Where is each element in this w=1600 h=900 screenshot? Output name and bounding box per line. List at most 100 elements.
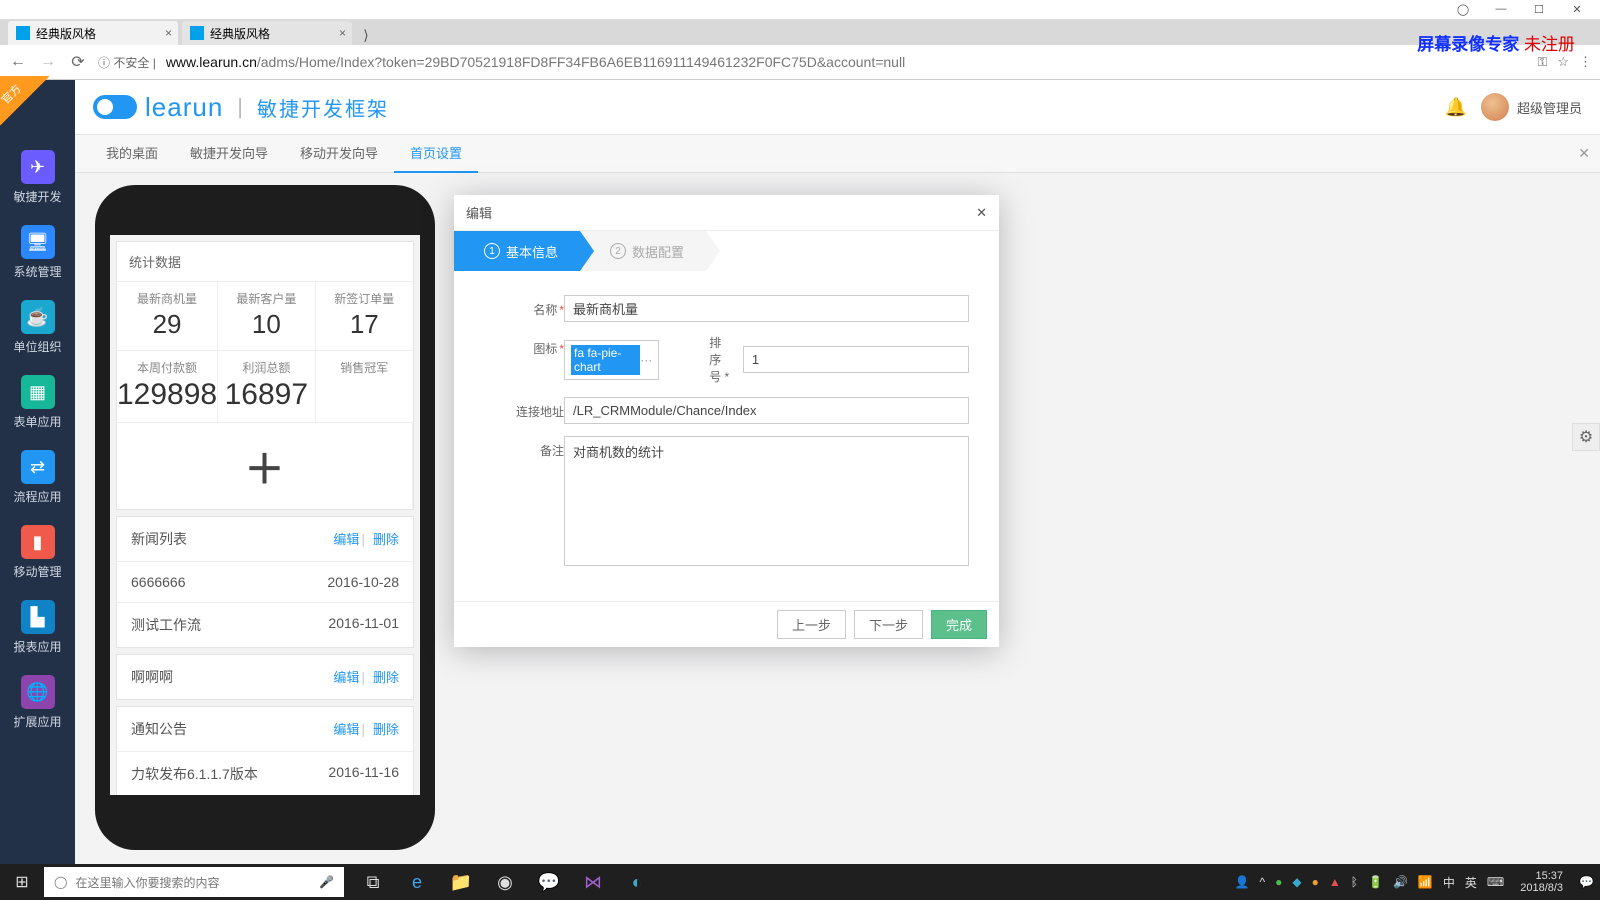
stat-cell[interactable]: 最新商机量29 (117, 282, 218, 351)
insecure-badge[interactable]: ⓘ 不安全 | (98, 54, 156, 71)
sidebar-item-form[interactable]: ▦表单应用 (0, 365, 75, 440)
battery-icon[interactable]: 🔋 (1368, 875, 1383, 889)
tab-title: 经典版风格 (210, 25, 270, 42)
prev-button[interactable]: 上一步 (777, 610, 846, 639)
subnav-tab-agile-wizard[interactable]: 敏捷开发向导 (174, 135, 284, 173)
tray-icon[interactable]: ◆ (1292, 875, 1301, 889)
tab-close-icon[interactable]: × (339, 26, 346, 40)
delete-link[interactable]: 删除 (373, 722, 399, 737)
people-icon[interactable]: 👤 (1235, 875, 1250, 889)
taskview-icon[interactable]: ⧉ (352, 864, 394, 900)
tray-icon[interactable]: ▲ (1329, 875, 1341, 889)
clock[interactable]: 15:372018/8/3 (1514, 870, 1569, 894)
edge-icon[interactable]: e (396, 864, 438, 900)
plane-icon: ✈ (21, 150, 55, 184)
label-icon: 图标* (484, 334, 564, 357)
logo[interactable]: learun (93, 92, 223, 123)
stat-cell[interactable]: 新签订单量17 (316, 282, 413, 351)
maximize-button[interactable]: ☐ (1524, 3, 1554, 16)
edit-link[interactable]: 编辑 (333, 722, 359, 737)
notifications-icon[interactable]: 💬 (1579, 875, 1594, 889)
done-button[interactable]: 完成 (931, 610, 987, 639)
volume-icon[interactable]: 🔊 (1393, 875, 1408, 889)
ime-cn[interactable]: 中 (1443, 874, 1455, 891)
edit-link[interactable]: 编辑 (333, 670, 359, 685)
tray-icon[interactable]: ● (1275, 875, 1282, 889)
explorer-icon[interactable]: 📁 (440, 864, 482, 900)
list-item[interactable]: 测试工作流2016-11-01 (117, 602, 413, 647)
reload-button[interactable]: ⟳ (68, 52, 88, 72)
browser-tab-2[interactable]: 经典版风格 × (182, 21, 352, 45)
url-field[interactable]: www.learun.cn/adms/Home/Index?token=29BD… (166, 54, 1528, 70)
next-button[interactable]: 下一步 (854, 610, 923, 639)
stat-cell[interactable]: 最新客户量10 (218, 282, 315, 351)
globe-icon: 🌐 (21, 675, 55, 709)
icon-picker[interactable]: fa fa-pie-chart ··· (564, 340, 659, 380)
keyboard-icon[interactable]: ⌨ (1487, 875, 1504, 889)
bluetooth-icon[interactable]: ᛒ (1351, 875, 1358, 889)
modal-footer: 上一步 下一步 完成 (454, 601, 999, 647)
remark-textarea[interactable]: 对商机数的统计 (564, 436, 969, 566)
chrome-icon[interactable]: ◉ (484, 864, 526, 900)
list-item[interactable]: 力软发布6.1.1.7版本2016-11-16 (117, 751, 413, 795)
modal-title: 编辑 (466, 203, 492, 222)
delete-link[interactable]: 删除 (373, 670, 399, 685)
avatar[interactable] (1481, 93, 1509, 121)
stat-cell[interactable]: 销售冠军 (316, 351, 413, 423)
sidebar-item-mobile[interactable]: ▮移动管理 (0, 515, 75, 590)
ellipsis-icon[interactable]: ··· (640, 353, 652, 367)
app-icon[interactable]: ◐ (616, 864, 658, 900)
settings-gear-button[interactable]: ⚙ (1572, 423, 1600, 451)
back-button[interactable]: ← (8, 53, 28, 71)
sidebar-item-system[interactable]: 🖥系统管理 (0, 215, 75, 290)
list-item[interactable]: 66666662016-10-28 (117, 561, 413, 602)
name-input[interactable] (564, 295, 969, 322)
label-link: 连接地址 (484, 397, 564, 420)
window-close-button[interactable]: ✕ (1562, 3, 1592, 16)
taskbar-search[interactable]: ◯ 在这里输入你要搜索的内容 🎤 (44, 867, 344, 897)
vs-icon[interactable]: ⋈ (572, 864, 614, 900)
user-icon[interactable]: ◯ (1448, 3, 1478, 16)
subnav-tab-desktop[interactable]: 我的桌面 (90, 135, 174, 173)
minimize-button[interactable]: — (1486, 3, 1516, 16)
edit-link[interactable]: 编辑 (333, 532, 359, 547)
subnav-close-icon[interactable]: ✕ (1578, 145, 1590, 162)
add-stat-button[interactable]: ＋ (117, 423, 413, 509)
step-basic-info[interactable]: 1基本信息 (454, 231, 580, 271)
tray-chevron-icon[interactable]: ^ (1260, 875, 1266, 889)
sidebar-item-report[interactable]: ▙报表应用 (0, 590, 75, 665)
new-tab-button[interactable]: ⟩ (356, 27, 376, 45)
wizard-steps: 1基本信息 2数据配置 (454, 231, 999, 271)
star-icon[interactable]: ☆ (1557, 54, 1569, 70)
tab-close-icon[interactable]: × (165, 26, 172, 40)
menu-icon[interactable]: ⋮ (1579, 54, 1592, 70)
tray-icon[interactable]: ● (1312, 875, 1319, 889)
bell-icon[interactable]: 🔔 (1445, 97, 1467, 118)
sidebar-item-extend[interactable]: 🌐扩展应用 (0, 665, 75, 740)
forward-button[interactable]: → (38, 53, 58, 71)
wechat-icon[interactable]: 💬 (528, 864, 570, 900)
search-placeholder: 在这里输入你要搜索的内容 (75, 874, 219, 891)
link-input[interactable] (564, 397, 969, 424)
mic-icon[interactable]: 🎤 (319, 875, 334, 889)
subnav-tab-mobile-wizard[interactable]: 移动开发向导 (284, 135, 394, 173)
start-button[interactable]: ⊞ (0, 872, 44, 892)
sort-input[interactable] (743, 346, 969, 373)
username[interactable]: 超级管理员 (1517, 98, 1582, 117)
ime-en[interactable]: 英 (1465, 874, 1477, 891)
sidebar-item-org[interactable]: ☕单位组织 (0, 290, 75, 365)
browser-tab-1[interactable]: 经典版风格 × (8, 21, 178, 45)
sidebar-item-agile[interactable]: ✈敏捷开发 (0, 140, 75, 215)
wifi-icon[interactable]: 📶 (1418, 875, 1433, 889)
list-item[interactable]: 啊啊啊 编辑|删除 (117, 655, 413, 699)
step-data-config[interactable]: 2数据配置 (580, 231, 706, 271)
subnav-tab-home-settings[interactable]: 首页设置 (394, 135, 478, 173)
modal-close-icon[interactable]: ✕ (976, 205, 987, 221)
key-icon[interactable]: ⚿ (1537, 54, 1547, 70)
stat-cell[interactable]: 本周付款额129898 (117, 351, 218, 423)
icon-value: fa fa-pie-chart (571, 345, 640, 375)
edit-modal: 编辑 ✕ 1基本信息 2数据配置 名称* 图标* fa fa-pie-chart… (454, 195, 999, 647)
delete-link[interactable]: 删除 (373, 532, 399, 547)
stat-cell[interactable]: 利润总额16897 (218, 351, 315, 423)
sidebar-item-flow[interactable]: ⇄流程应用 (0, 440, 75, 515)
